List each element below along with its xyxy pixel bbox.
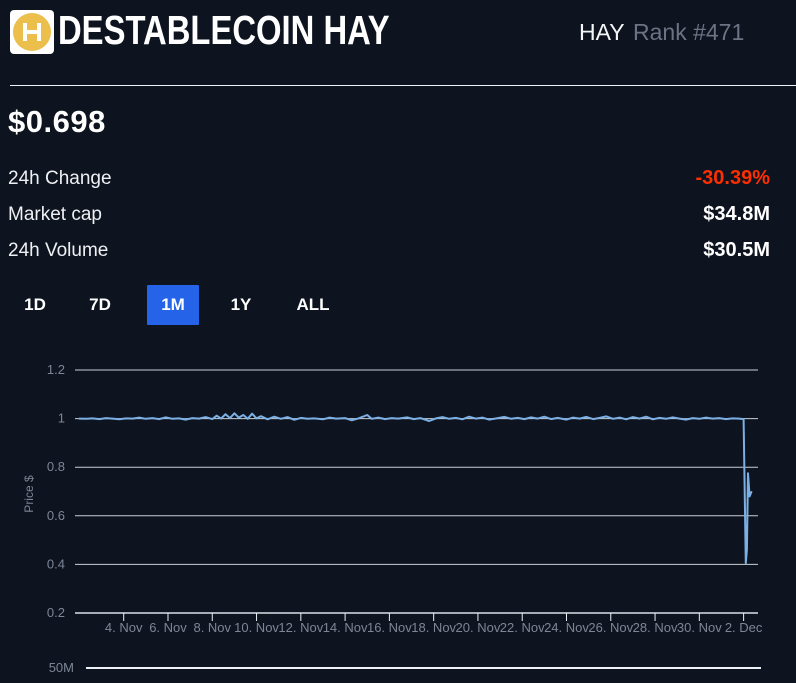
stat-value-24h-volume: $30.5M xyxy=(703,239,770,261)
header-divider xyxy=(10,85,796,86)
x-tick-label: 4. Nov xyxy=(105,620,143,635)
hay-logo-icon xyxy=(10,10,54,54)
x-tick-label: 12. Nov xyxy=(278,620,323,635)
coin-rank-badge: Rank #471 xyxy=(633,19,745,45)
y-tick-label: 0.4 xyxy=(47,556,65,571)
x-tick-label: 20. Nov xyxy=(456,620,501,635)
y-tick-label: 0.2 xyxy=(47,605,65,620)
x-tick-label: 6. Nov xyxy=(149,620,187,635)
range-button-all[interactable]: ALL xyxy=(287,285,339,325)
x-tick-label: 10. Nov xyxy=(234,620,279,635)
stat-value-24h-change: -30.39% xyxy=(695,167,771,189)
y-tick-label: 0.8 xyxy=(47,459,65,474)
price-line-series xyxy=(78,412,753,565)
x-tick-label: 24. Nov xyxy=(544,620,589,635)
coin-symbol: HAY xyxy=(579,19,625,45)
x-tick-label: 30. Nov xyxy=(677,620,722,635)
current-price: $0.698 xyxy=(8,104,106,139)
stat-label-24h-volume: 24h Volume xyxy=(8,240,109,261)
x-tick-label: 28. Nov xyxy=(633,620,678,635)
y-tick-label: 1 xyxy=(58,411,65,426)
x-tick-label: 16. Nov xyxy=(367,620,412,635)
x-tick-label: 2. Dec xyxy=(725,620,763,635)
x-tick-label: 14. Nov xyxy=(323,620,368,635)
range-button-1m[interactable]: 1M xyxy=(147,285,199,325)
x-tick-label: 26. Nov xyxy=(588,620,633,635)
y-tick-label: 1.2 xyxy=(47,362,65,377)
stat-label-market-cap: Market cap xyxy=(8,204,102,225)
y-tick-label: 0.6 xyxy=(47,508,65,523)
price-chart[interactable]: 0.2 0.4 0.6 0.8 1 1.2 Price $ 4. Nov 6. Nov 8. No… xyxy=(0,355,796,683)
range-button-1d[interactable]: 1D xyxy=(9,285,61,325)
volume-axis-label: 50M xyxy=(49,660,74,675)
stat-label-24h-change: 24h Change xyxy=(8,168,112,189)
x-tick-label: 18. Nov xyxy=(411,620,456,635)
x-tick-label: 22. Nov xyxy=(500,620,545,635)
stat-value-market-cap: $34.8M xyxy=(703,203,770,225)
x-tick-label: 8. Nov xyxy=(193,620,231,635)
range-button-7d[interactable]: 7D xyxy=(74,285,126,325)
page-title: DESTABLECOIN HAY xyxy=(58,7,390,53)
y-axis-title: Price $ xyxy=(22,475,36,513)
range-button-1y[interactable]: 1Y xyxy=(215,285,267,325)
